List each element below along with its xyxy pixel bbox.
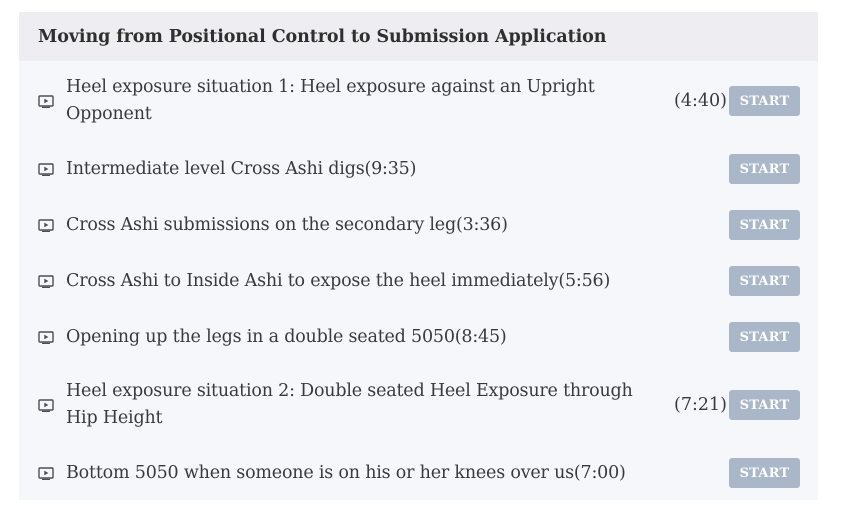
lesson-title[interactable]: Bottom 5050 when someone is on his or he… — [66, 460, 727, 487]
lesson-item[interactable]: Intermediate level Cross Ashi digs(9:35)… — [19, 141, 818, 197]
start-button[interactable]: START — [729, 86, 800, 116]
video-play-icon — [37, 94, 55, 108]
video-play-icon — [37, 218, 55, 232]
start-button[interactable]: START — [729, 210, 800, 240]
start-button[interactable]: START — [729, 458, 800, 488]
course-section-panel: Moving from Positional Control to Submis… — [19, 12, 818, 500]
section-header: Moving from Positional Control to Submis… — [19, 12, 818, 61]
lesson-item[interactable]: Heel exposure situation 1: Heel exposure… — [19, 61, 818, 141]
video-play-icon — [37, 330, 55, 344]
lesson-title[interactable]: Heel exposure situation 2: Double seated… — [66, 378, 674, 432]
video-play-icon — [37, 274, 55, 288]
start-button[interactable]: START — [729, 390, 800, 420]
start-button[interactable]: START — [729, 154, 800, 184]
lesson-item[interactable]: Cross Ashi submissions on the secondary … — [19, 197, 818, 253]
lesson-title[interactable]: Opening up the legs in a double seated 5… — [66, 324, 727, 351]
lesson-item[interactable]: Bottom 5050 when someone is on his or he… — [19, 445, 818, 501]
lesson-item[interactable]: Opening up the legs in a double seated 5… — [19, 309, 818, 365]
video-play-icon — [37, 398, 55, 412]
start-button[interactable]: START — [729, 322, 800, 352]
lesson-duration: (4:40) — [674, 91, 727, 111]
lesson-item[interactable]: Cross Ashi to Inside Ashi to expose the … — [19, 253, 818, 309]
lesson-title[interactable]: Intermediate level Cross Ashi digs(9:35) — [66, 156, 727, 183]
video-play-icon — [37, 162, 55, 176]
section-title: Moving from Positional Control to Submis… — [38, 26, 607, 47]
lesson-item[interactable]: Heel exposure situation 2: Double seated… — [19, 365, 818, 445]
lesson-list: Heel exposure situation 1: Heel exposure… — [19, 61, 818, 501]
lesson-title[interactable]: Cross Ashi submissions on the secondary … — [66, 212, 727, 239]
lesson-title[interactable]: Heel exposure situation 1: Heel exposure… — [66, 74, 674, 128]
lesson-duration: (7:21) — [674, 395, 727, 415]
start-button[interactable]: START — [729, 266, 800, 296]
lesson-title[interactable]: Cross Ashi to Inside Ashi to expose the … — [66, 268, 727, 295]
video-play-icon — [37, 466, 55, 480]
